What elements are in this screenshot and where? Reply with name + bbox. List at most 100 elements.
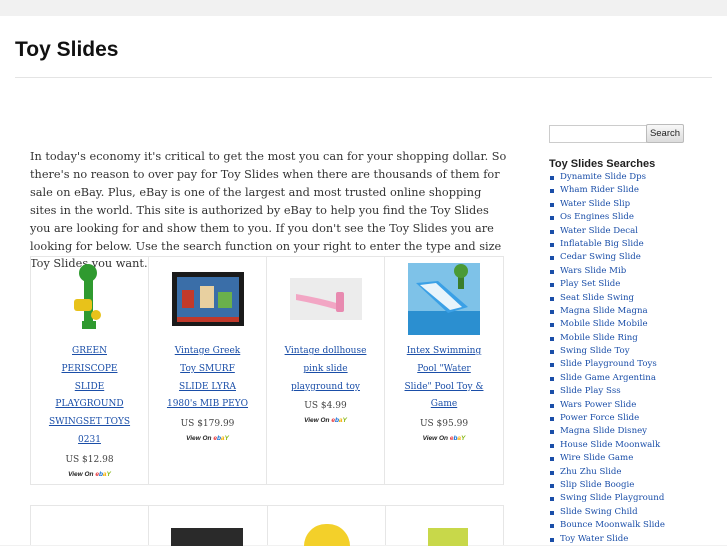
product-image[interactable] bbox=[70, 263, 110, 335]
sidebar-search-link[interactable]: Water Slide Slip bbox=[560, 199, 630, 209]
list-item[interactable]: Seat Slide Swing bbox=[549, 292, 665, 305]
list-item[interactable]: Wham Rider Slide bbox=[549, 184, 665, 197]
list-item[interactable]: Slide Playground Toys bbox=[549, 358, 665, 371]
header-divider bbox=[15, 77, 712, 78]
product-image[interactable] bbox=[303, 524, 350, 546]
sidebar-search-link[interactable]: Water Slide Decal bbox=[560, 226, 638, 236]
sidebar-search-list: Dynamite Slide Dps Wham Rider Slide Wate… bbox=[549, 171, 665, 546]
list-item[interactable]: Slide Swing Child bbox=[549, 506, 665, 519]
site-title[interactable]: Toy Slides bbox=[15, 37, 118, 63]
sidebar-search-link[interactable]: Slide Play Sss bbox=[560, 386, 621, 396]
view-on-ebay-link[interactable]: View On ebaY bbox=[186, 432, 229, 446]
list-item[interactable]: Dynamite Slide Dps bbox=[549, 171, 665, 184]
list-item[interactable]: House Slide Moonwalk bbox=[549, 439, 665, 452]
view-on-ebay-link[interactable]: View On ebaY bbox=[423, 432, 466, 446]
view-on-label: View On bbox=[304, 417, 330, 425]
list-item[interactable]: Slip Slide Boogie bbox=[549, 479, 665, 492]
sidebar-search-link[interactable]: Seat Slide Swing bbox=[560, 293, 634, 303]
sidebar-heading: Toy Slides Searches bbox=[549, 158, 656, 170]
product-card bbox=[31, 506, 150, 545]
sidebar-search-link[interactable]: Wham Rider Slide bbox=[560, 185, 639, 195]
list-item[interactable]: Slide Play Sss bbox=[549, 385, 665, 398]
list-item[interactable]: Play Set Slide bbox=[549, 278, 665, 291]
list-item[interactable]: Swing Slide Playground bbox=[549, 492, 665, 505]
sidebar-search-link[interactable]: Os Engines Slide bbox=[560, 212, 634, 222]
product-card bbox=[268, 506, 386, 546]
list-item[interactable]: Inflatable Big Slide bbox=[549, 238, 665, 251]
view-on-ebay-link[interactable]: View On ebaY bbox=[68, 468, 111, 482]
sidebar-search-link[interactable]: Slip Slide Boogie bbox=[560, 480, 634, 490]
sidebar-search-link[interactable]: Magna Slide Disney bbox=[560, 426, 647, 436]
view-on-label: View On bbox=[422, 435, 448, 443]
product-title-link[interactable]: Intex Swimming Pool "Water Slide" Pool T… bbox=[403, 343, 485, 414]
view-on-label: View On bbox=[68, 470, 94, 478]
sidebar-search-link[interactable]: Slide Game Argentina bbox=[560, 373, 656, 383]
sidebar-search-link[interactable]: Inflatable Big Slide bbox=[560, 239, 644, 249]
product-price: US $179.99 bbox=[180, 419, 235, 430]
product-grid: GREEN PERISCOPE SLIDE PLAYGROUND SWINGSE… bbox=[30, 256, 504, 485]
list-item[interactable]: Os Engines Slide bbox=[549, 211, 665, 224]
sidebar-search-link[interactable]: Wire Slide Game bbox=[560, 453, 633, 463]
pink-slide-image bbox=[289, 278, 362, 320]
product-image[interactable] bbox=[408, 263, 480, 335]
sidebar-search-link[interactable]: Toy Water Slide bbox=[560, 534, 628, 544]
product-price: US $12.98 bbox=[65, 454, 114, 465]
product-title-link[interactable]: Vintage dollhouse pink slide playground … bbox=[285, 343, 367, 396]
list-item[interactable]: Wars Slide Mib bbox=[549, 265, 665, 278]
product-image[interactable] bbox=[427, 528, 468, 546]
sidebar-search-link[interactable]: Dynamite Slide Dps bbox=[560, 172, 646, 182]
sidebar-search-link[interactable]: Slide Playground Toys bbox=[560, 359, 657, 369]
list-item[interactable]: Power Force Slide bbox=[549, 412, 665, 425]
sidebar-search-link[interactable]: Slide Swing Child bbox=[560, 507, 638, 517]
sidebar-search-link[interactable]: Mobile Slide Mobile bbox=[560, 319, 648, 329]
product-image[interactable] bbox=[171, 528, 244, 546]
list-item[interactable]: Water Slide Decal bbox=[549, 225, 665, 238]
list-item[interactable]: Toy Water Slide bbox=[549, 533, 665, 546]
list-item[interactable]: Swing Slide Toy bbox=[549, 345, 665, 358]
product-card bbox=[386, 506, 504, 546]
product-title-link[interactable]: Vintage Greek Toy SMURF SLIDE LYRA 1980'… bbox=[167, 343, 249, 414]
sidebar-search-link[interactable]: Swing Slide Toy bbox=[560, 346, 630, 356]
list-item[interactable]: Slide Game Argentina bbox=[549, 372, 665, 385]
pool-water-slide-image bbox=[408, 263, 480, 335]
list-item[interactable]: Magna Slide Magna bbox=[549, 305, 665, 318]
search-input[interactable] bbox=[549, 125, 647, 143]
product-card: Intex Swimming Pool "Water Slide" Pool T… bbox=[385, 257, 503, 484]
product-image[interactable] bbox=[171, 263, 244, 335]
product-card: Vintage Greek Toy SMURF SLIDE LYRA 1980'… bbox=[149, 257, 267, 484]
list-item[interactable]: Magna Slide Disney bbox=[549, 425, 665, 438]
sidebar-search-link[interactable]: Wars Slide Mib bbox=[560, 266, 626, 276]
sidebar-search-link[interactable]: Cedar Swing Slide bbox=[560, 252, 641, 262]
view-on-ebay-link[interactable]: View On ebaY bbox=[304, 414, 347, 428]
list-item[interactable]: Zhu Zhu Slide bbox=[549, 466, 665, 479]
view-on-label: View On bbox=[186, 435, 212, 443]
product-card: Vintage dollhouse pink slide playground … bbox=[267, 257, 385, 484]
sidebar-search-link[interactable]: House Slide Moonwalk bbox=[560, 440, 660, 450]
sidebar-search-link[interactable]: Play Set Slide bbox=[560, 279, 620, 289]
product-card: GREEN PERISCOPE SLIDE PLAYGROUND SWINGSE… bbox=[31, 257, 149, 484]
list-item[interactable]: Mobile Slide Ring bbox=[549, 332, 665, 345]
list-item[interactable]: Cedar Swing Slide bbox=[549, 251, 665, 264]
sidebar-search-link[interactable]: Mobile Slide Ring bbox=[560, 333, 638, 343]
product-price: US $4.99 bbox=[304, 401, 347, 412]
intro-text: In today's economy it's critical to get … bbox=[30, 150, 507, 271]
product-price: US $95.99 bbox=[419, 419, 469, 430]
sidebar-search-link[interactable]: Wars Power Slide bbox=[560, 400, 636, 410]
sidebar-search-link[interactable]: Swing Slide Playground bbox=[560, 493, 664, 503]
list-item[interactable]: Wars Power Slide bbox=[549, 399, 665, 412]
search-button[interactable]: Search bbox=[646, 124, 684, 143]
sidebar-search-link[interactable]: Magna Slide Magna bbox=[560, 306, 648, 316]
product-image[interactable] bbox=[289, 263, 362, 335]
product-title-link[interactable]: GREEN PERISCOPE SLIDE PLAYGROUND SWINGSE… bbox=[49, 343, 131, 450]
sidebar-search-link[interactable]: Bounce Moonwalk Slide bbox=[560, 520, 665, 530]
sidebar-search-link[interactable]: Zhu Zhu Slide bbox=[560, 467, 622, 477]
list-item[interactable]: Water Slide Slip bbox=[549, 198, 665, 211]
product-card bbox=[149, 506, 268, 546]
periscope-slide-image bbox=[73, 264, 101, 329]
list-item[interactable]: Wire Slide Game bbox=[549, 452, 665, 465]
smurf-slide-box-image bbox=[171, 272, 244, 326]
list-item[interactable]: Mobile Slide Mobile bbox=[549, 318, 665, 331]
sidebar-search-link[interactable]: Power Force Slide bbox=[560, 413, 639, 423]
product-grid-row-2 bbox=[30, 505, 504, 546]
list-item[interactable]: Bounce Moonwalk Slide bbox=[549, 519, 665, 532]
